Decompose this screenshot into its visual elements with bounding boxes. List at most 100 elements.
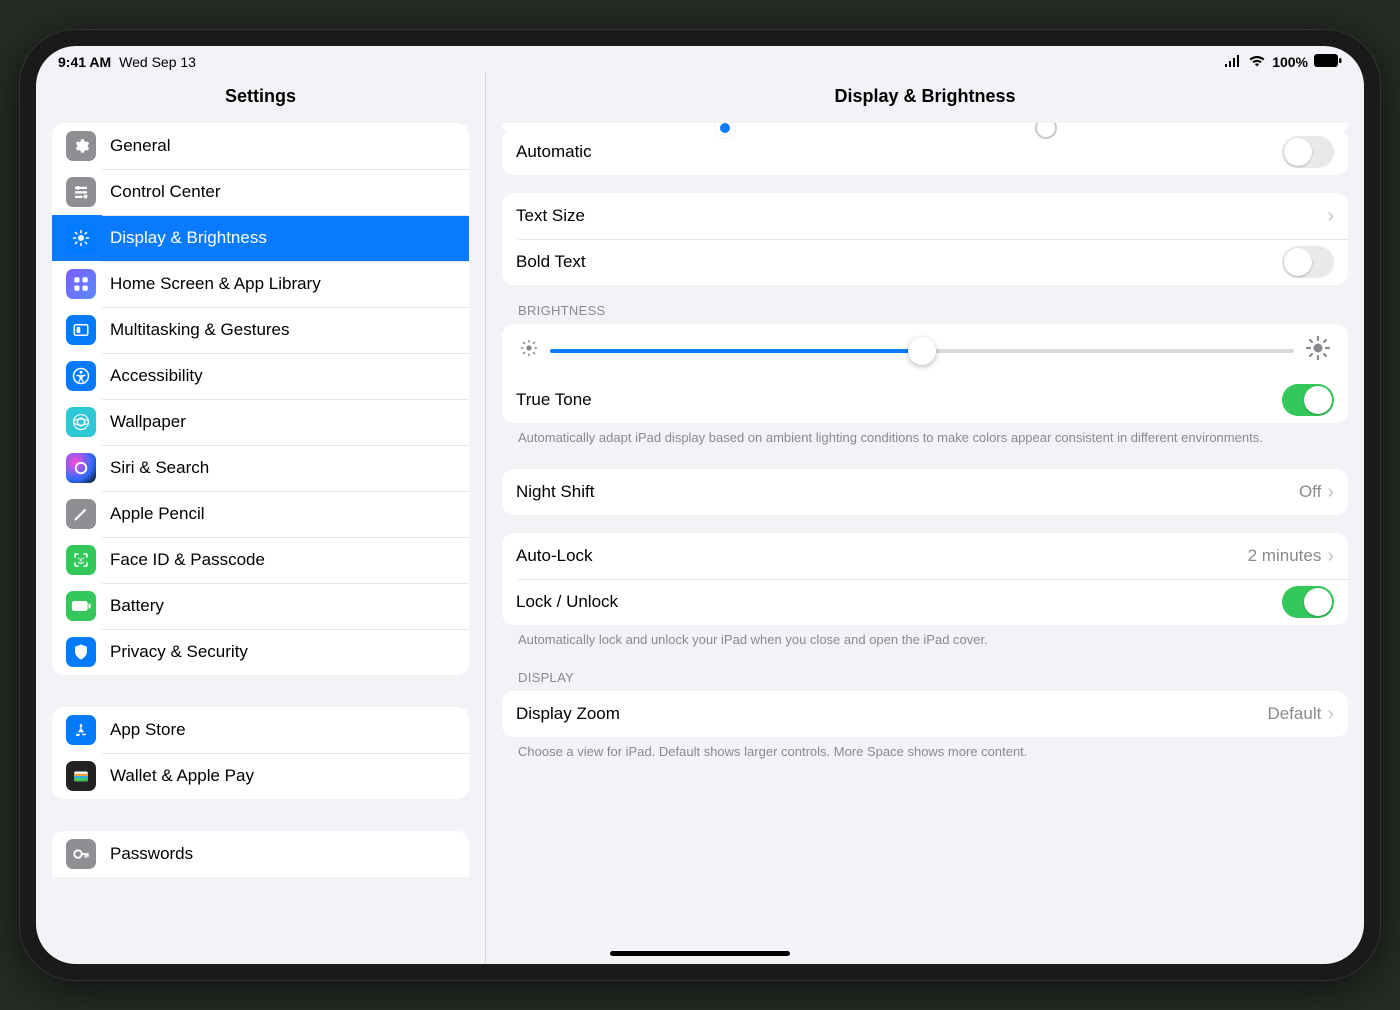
automatic-row[interactable]: Automatic xyxy=(502,129,1348,175)
home-screen-icon xyxy=(66,269,96,299)
status-time: 9:41 AM xyxy=(58,54,111,70)
control-center-icon xyxy=(66,177,96,207)
chevron-right-icon: › xyxy=(1327,206,1334,226)
sidebar-item-control-center[interactable]: Control Center xyxy=(52,169,469,215)
wallet-icon xyxy=(66,761,96,791)
night-shift-value: Off xyxy=(1299,482,1321,502)
bold-text-toggle[interactable] xyxy=(1282,246,1334,278)
sidebar-item-home-screen[interactable]: Home Screen & App Library xyxy=(52,261,469,307)
sidebar-item-label: Multitasking & Gestures xyxy=(110,320,455,340)
display-zoom-value: Default xyxy=(1267,704,1321,724)
sidebar-item-wallpaper[interactable]: Wallpaper xyxy=(52,399,469,445)
status-bar: 9:41 AM Wed Sep 13 100% xyxy=(36,46,1364,74)
cellular-icon xyxy=(1224,54,1242,70)
sidebar-item-passwords[interactable]: Passwords xyxy=(52,831,469,877)
sidebar-item-label: Apple Pencil xyxy=(110,504,455,524)
brightness-slider[interactable] xyxy=(550,349,1294,353)
lock-unlock-row[interactable]: Lock / Unlock xyxy=(502,579,1348,625)
lock-group: Auto-Lock 2 minutes › Lock / Unlock xyxy=(502,533,1348,625)
sidebar-group-2: App Store Wallet & Apple Pay xyxy=(52,707,469,799)
sidebar-item-label: Battery xyxy=(110,596,455,616)
passwords-icon xyxy=(66,839,96,869)
siri-search-icon xyxy=(66,453,96,483)
text-size-label: Text Size xyxy=(516,206,1327,226)
home-indicator[interactable] xyxy=(610,951,790,956)
sidebar-item-label: Siri & Search xyxy=(110,458,455,478)
detail-pane: Display & Brightness Automatic Text Size… xyxy=(486,72,1364,964)
text-group: Text Size › Bold Text xyxy=(502,193,1348,285)
sidebar-item-siri-search[interactable]: Siri & Search xyxy=(52,445,469,491)
sidebar-item-app-store[interactable]: App Store xyxy=(52,707,469,753)
sidebar-group-3: Passwords xyxy=(52,831,469,877)
lock-unlock-toggle[interactable] xyxy=(1282,586,1334,618)
display-zoom-label: Display Zoom xyxy=(516,704,1267,724)
night-shift-group: Night Shift Off › xyxy=(502,469,1348,515)
sidebar: Settings General Control Center Display & … xyxy=(36,72,486,964)
status-date: Wed Sep 13 xyxy=(119,54,196,70)
true-tone-row[interactable]: True Tone xyxy=(502,377,1348,423)
sidebar-item-display-brightness[interactable]: Display & Brightness xyxy=(52,215,469,261)
sidebar-item-label: Face ID & Passcode xyxy=(110,550,455,570)
ipad-frame: 9:41 AM Wed Sep 13 100% Settings xyxy=(20,30,1380,980)
sidebar-item-privacy[interactable]: Privacy & Security xyxy=(52,629,469,675)
sidebar-group-1: General Control Center Display & Brightnes… xyxy=(52,123,469,675)
chevron-right-icon: › xyxy=(1327,546,1334,566)
faceid-icon xyxy=(66,545,96,575)
display-brightness-icon xyxy=(66,223,96,253)
sidebar-item-battery[interactable]: Battery xyxy=(52,583,469,629)
lock-footer: Automatically lock and unlock your iPad … xyxy=(518,631,1332,649)
sidebar-item-label: Privacy & Security xyxy=(110,642,455,662)
sidebar-item-label: Display & Brightness xyxy=(110,228,455,248)
accessibility-icon xyxy=(66,361,96,391)
general-icon xyxy=(66,131,96,161)
screen: 9:41 AM Wed Sep 13 100% Settings xyxy=(36,46,1364,964)
chevron-right-icon: › xyxy=(1327,704,1334,724)
sidebar-item-apple-pencil[interactable]: Apple Pencil xyxy=(52,491,469,537)
chevron-right-icon: › xyxy=(1327,482,1334,502)
sidebar-item-general[interactable]: General xyxy=(52,123,469,169)
multitasking-icon xyxy=(66,315,96,345)
brightness-header: BRIGHTNESS xyxy=(518,303,1332,318)
brightness-slider-row[interactable] xyxy=(502,324,1348,377)
bold-text-row[interactable]: Bold Text xyxy=(502,239,1348,285)
text-size-row[interactable]: Text Size › xyxy=(502,193,1348,239)
sidebar-item-label: Wallpaper xyxy=(110,412,455,432)
automatic-label: Automatic xyxy=(516,142,1282,162)
display-zoom-row[interactable]: Display Zoom Default › xyxy=(502,691,1348,737)
battery-percent: 100% xyxy=(1272,54,1308,70)
detail-title: Display & Brightness xyxy=(486,72,1364,123)
wifi-icon xyxy=(1248,54,1266,70)
wallpaper-icon xyxy=(66,407,96,437)
display-zoom-group: Display Zoom Default › xyxy=(502,691,1348,737)
settings-title: Settings xyxy=(36,72,485,123)
display-header: DISPLAY xyxy=(518,670,1332,685)
sidebar-item-accessibility[interactable]: Accessibility xyxy=(52,353,469,399)
sidebar-item-label: Control Center xyxy=(110,182,455,202)
sidebar-item-label: App Store xyxy=(110,720,455,740)
sun-large-icon xyxy=(1306,336,1330,365)
app-store-icon xyxy=(66,715,96,745)
auto-lock-label: Auto-Lock xyxy=(516,546,1248,566)
sidebar-item-faceid[interactable]: Face ID & Passcode xyxy=(52,537,469,583)
apple-pencil-icon xyxy=(66,499,96,529)
true-tone-toggle[interactable] xyxy=(1282,384,1334,416)
brightness-thumb[interactable] xyxy=(908,337,936,365)
true-tone-label: True Tone xyxy=(516,390,1282,410)
battery-icon xyxy=(66,591,96,621)
sidebar-item-wallet[interactable]: Wallet & Apple Pay xyxy=(52,753,469,799)
automatic-toggle[interactable] xyxy=(1282,136,1334,168)
brightness-group: True Tone xyxy=(502,324,1348,423)
appearance-group: Automatic xyxy=(502,129,1348,175)
privacy-icon xyxy=(66,637,96,667)
battery-icon xyxy=(1314,54,1342,70)
sun-small-icon xyxy=(520,339,538,362)
sidebar-item-multitasking[interactable]: Multitasking & Gestures xyxy=(52,307,469,353)
auto-lock-value: 2 minutes xyxy=(1248,546,1322,566)
night-shift-row[interactable]: Night Shift Off › xyxy=(502,469,1348,515)
bold-text-label: Bold Text xyxy=(516,252,1282,272)
auto-lock-row[interactable]: Auto-Lock 2 minutes › xyxy=(502,533,1348,579)
sidebar-item-label: General xyxy=(110,136,455,156)
night-shift-label: Night Shift xyxy=(516,482,1299,502)
sidebar-item-label: Home Screen & App Library xyxy=(110,274,455,294)
sidebar-item-label: Accessibility xyxy=(110,366,455,386)
